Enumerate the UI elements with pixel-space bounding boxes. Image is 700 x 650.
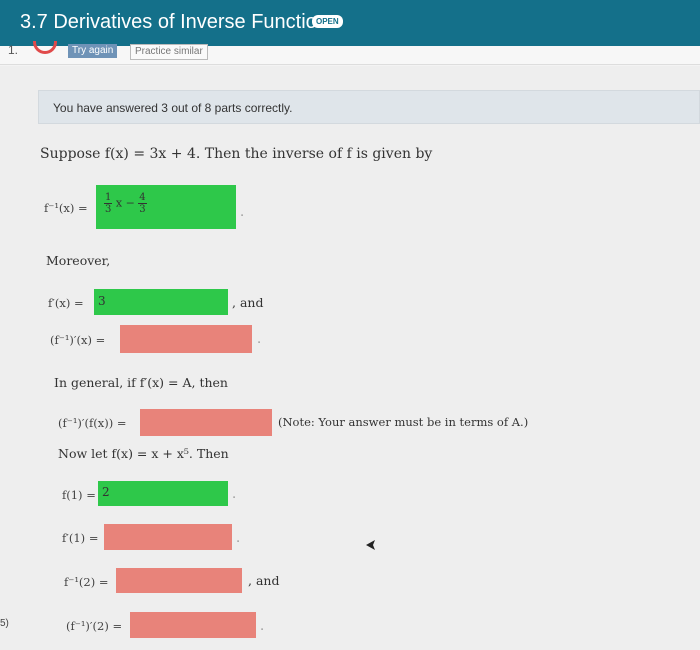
inverse-answer-field[interactable]: 13 x − 43 xyxy=(96,185,236,229)
f1-value: 2 xyxy=(102,485,110,499)
open-badge: OPEN xyxy=(312,15,343,28)
now-let-text: Now let f(x) = x + x⁵. Then xyxy=(58,446,229,461)
question-number: 1. xyxy=(8,43,19,57)
moreover-text: Moreover, xyxy=(46,253,111,268)
mouse-cursor-icon xyxy=(366,540,375,550)
try-again-button[interactable]: Try again xyxy=(68,44,118,58)
finv2-label: f⁻¹(2) = xyxy=(64,575,109,589)
coef-fraction: 13 xyxy=(104,192,113,215)
f1-label: f(1) = xyxy=(62,488,96,502)
note-text: (Note: Your answer must be in terms of A… xyxy=(278,415,529,429)
finv2-answer-field[interactable] xyxy=(116,568,242,593)
and-text-2: , and xyxy=(248,573,280,588)
inv-derivative-answer-field[interactable] xyxy=(120,325,252,353)
problem-prompt: Suppose f(x) = 3x + 4. Then the inverse … xyxy=(40,146,433,162)
derivative-answer-field[interactable]: 3 xyxy=(94,289,228,315)
practice-similar-button[interactable]: Practice similar xyxy=(130,44,208,60)
inverse-label: f⁻¹(x) = xyxy=(44,201,88,215)
finvprime2-label: (f⁻¹)′(2) = xyxy=(66,619,123,633)
edge-text: 5) xyxy=(0,618,9,629)
period: . xyxy=(257,332,262,347)
general-text: In general, if f′(x) = A, then xyxy=(54,375,228,390)
general-inv-label: (f⁻¹)′(f(x)) = xyxy=(58,416,127,430)
page-title: 3.7 Derivatives of Inverse Functions xyxy=(20,11,338,33)
finvprime2-answer-field[interactable] xyxy=(130,612,256,638)
period: . xyxy=(232,487,237,502)
const-fraction: 43 xyxy=(138,192,147,215)
and-text-1: , and xyxy=(232,295,264,310)
period: . xyxy=(260,619,265,634)
derivative-label: f′(x) = xyxy=(48,296,84,310)
inverse-var: x − xyxy=(115,196,135,210)
progress-alert: You have answered 3 out of 8 parts corre… xyxy=(38,90,700,124)
period: . xyxy=(240,205,245,220)
period: . xyxy=(236,531,241,546)
fprime1-answer-field[interactable] xyxy=(104,524,232,550)
derivative-value: 3 xyxy=(98,294,106,308)
f1-answer-field[interactable]: 2 xyxy=(98,481,228,506)
inv-derivative-label: (f⁻¹)′(x) = xyxy=(50,333,106,347)
general-inv-answer-field[interactable] xyxy=(140,409,272,436)
fprime1-label: f′(1) = xyxy=(62,531,99,545)
